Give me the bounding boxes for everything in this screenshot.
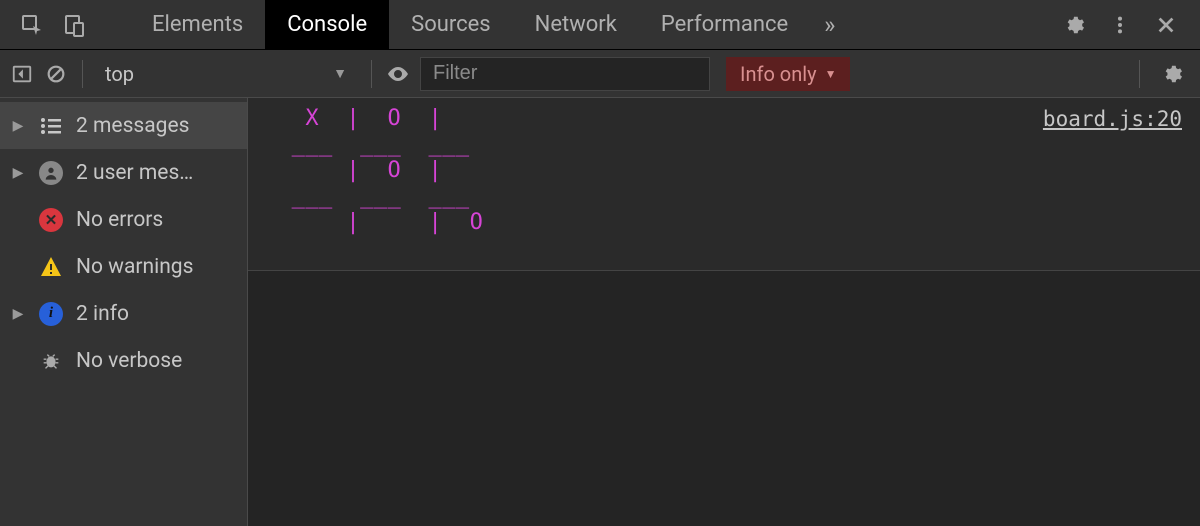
- sidebar-item-label: No errors: [76, 208, 163, 232]
- tab-list: Elements Console Sources Network Perform…: [130, 0, 849, 49]
- toolbar-right: [1135, 60, 1190, 88]
- settings-gear-icon[interactable]: [1062, 13, 1086, 37]
- sidebar-row-messages[interactable]: ▶ 2 messages: [0, 102, 247, 149]
- kebab-menu-icon[interactable]: [1108, 13, 1132, 37]
- filter-input[interactable]: [420, 57, 710, 91]
- device-toolbar-icon[interactable]: [62, 13, 86, 37]
- context-selector[interactable]: top ▼: [97, 62, 357, 86]
- sidebar-row-verbose[interactable]: ▶ No verbose: [0, 337, 247, 384]
- expand-arrow-icon: ▶: [10, 165, 26, 181]
- sidebar-row-errors[interactable]: ▶ ✕ No errors: [0, 196, 247, 243]
- sidebar-row-info[interactable]: ▶ i 2 info: [0, 290, 247, 337]
- tabs-overflow-icon[interactable]: »: [810, 0, 849, 49]
- tab-sources[interactable]: Sources: [389, 0, 513, 49]
- console-message: X | O | ___ ___ ___ | O | ___ ___ ___ | …: [248, 98, 1200, 271]
- tab-console[interactable]: Console: [265, 0, 389, 49]
- sidebar-item-label: 2 info: [76, 302, 129, 326]
- console-message-text: X | O | ___ ___ ___ | O | ___ ___ ___ | …: [278, 106, 497, 262]
- chevron-down-icon: ▼: [825, 67, 837, 81]
- error-icon: ✕: [38, 207, 64, 233]
- info-icon: i: [38, 301, 64, 327]
- expand-arrow-icon: ▶: [10, 118, 26, 134]
- user-icon: [38, 160, 64, 186]
- bug-icon: [38, 348, 64, 374]
- console-toolbar: top ▼ Info only ▼: [0, 50, 1200, 98]
- clear-console-icon[interactable]: [44, 62, 68, 86]
- toolbar-divider: [371, 60, 372, 88]
- context-label: top: [105, 62, 134, 86]
- toggle-sidebar-icon[interactable]: [10, 62, 34, 86]
- sidebar-row-user-messages[interactable]: ▶ 2 user mes…: [0, 149, 247, 196]
- sidebar-item-label: 2 messages: [76, 114, 189, 138]
- eye-icon[interactable]: [386, 62, 410, 86]
- list-icon: [38, 113, 64, 139]
- toolbar-divider: [1139, 60, 1140, 88]
- chevron-down-icon: ▼: [333, 65, 347, 82]
- tab-bar-left-icons: [0, 0, 106, 49]
- sidebar-row-warnings[interactable]: ▶ No warnings: [0, 243, 247, 290]
- console-content: X | O | ___ ___ ___ | O | ___ ___ ___ | …: [248, 98, 1200, 526]
- tab-network[interactable]: Network: [513, 0, 639, 49]
- devtools-tab-bar: Elements Console Sources Network Perform…: [0, 0, 1200, 50]
- toolbar-divider: [82, 60, 83, 88]
- tab-elements[interactable]: Elements: [130, 0, 265, 49]
- warning-icon: [38, 254, 64, 280]
- inspect-element-icon[interactable]: [20, 13, 44, 37]
- expand-arrow-icon: ▶: [10, 306, 26, 322]
- log-level-label: Info only: [740, 62, 817, 86]
- tab-bar-right-icons: [1040, 13, 1200, 37]
- close-devtools-icon[interactable]: [1154, 13, 1178, 37]
- sidebar-item-label: No verbose: [76, 349, 182, 373]
- tab-performance[interactable]: Performance: [639, 0, 810, 49]
- console-main: ▶ 2 messages ▶ 2 user mes…: [0, 98, 1200, 526]
- sidebar-item-label: 2 user mes…: [76, 161, 193, 185]
- log-level-filter[interactable]: Info only ▼: [726, 57, 850, 91]
- console-settings-gear-icon[interactable]: [1160, 62, 1184, 86]
- sidebar-item-label: No warnings: [76, 255, 193, 279]
- console-sidebar: ▶ 2 messages ▶ 2 user mes…: [0, 98, 248, 526]
- message-source-link[interactable]: board.js:20: [1043, 106, 1182, 131]
